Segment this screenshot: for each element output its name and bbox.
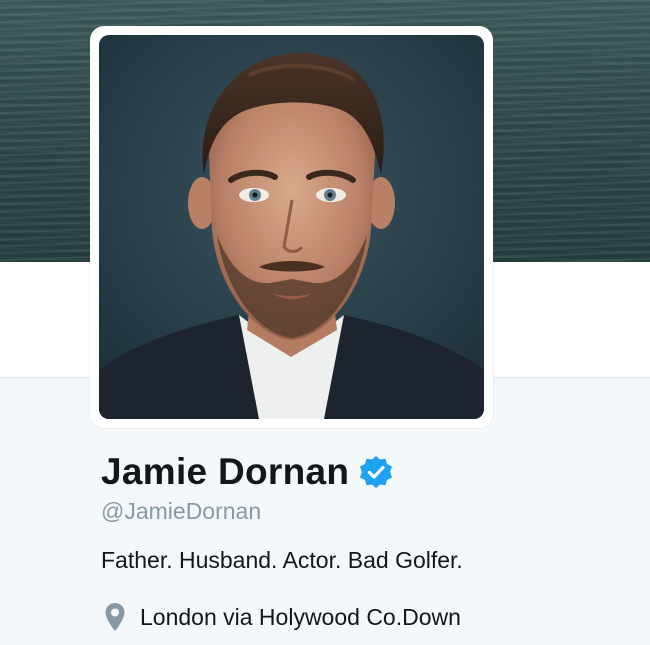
profile-location: London via Holywood Co.Down <box>140 603 461 630</box>
profile-handle[interactable]: @JamieDornan <box>101 498 261 525</box>
profile-avatar-frame[interactable] <box>90 26 493 428</box>
profile-location-row: London via Holywood Co.Down <box>104 602 461 632</box>
profile-name[interactable]: Jamie Dornan <box>101 451 349 493</box>
avatar-portrait-image <box>99 35 484 419</box>
map-pin-icon <box>105 603 125 631</box>
profile-avatar[interactable] <box>99 35 484 419</box>
profile-bio: Father. Husband. Actor. Bad Golfer. <box>101 547 463 573</box>
profile-name-row: Jamie Dornan <box>101 450 393 494</box>
verified-badge-icon[interactable] <box>359 455 393 489</box>
